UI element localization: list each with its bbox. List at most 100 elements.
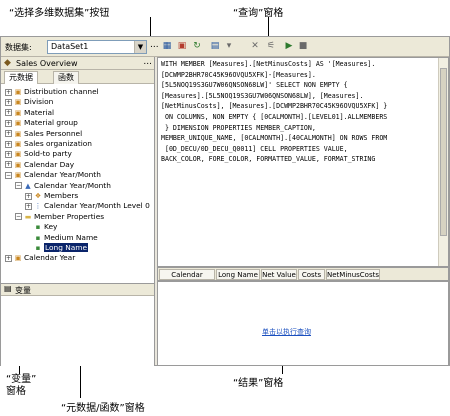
toolbar: 数据集: DataSet1 ▼ ... ▦ ▣ ↻ ▤ ▾ ✕ ⚟ ▶ ■	[1, 37, 449, 57]
filter-icon[interactable]: ▾	[223, 40, 235, 52]
dimension-icon: ▣	[14, 98, 22, 107]
tab-functions[interactable]: 函数	[53, 71, 79, 84]
metadata-tree: + ▣ Distribution channel + ▣ Division + ▣ Materi…	[1, 85, 154, 283]
query-text[interactable]: WITH MEMBER [Measures].[NetMinusCosts] A…	[161, 59, 433, 165]
tree-item-label: Key	[44, 222, 58, 232]
tree-item[interactable]: + ▣ Calendar Day	[5, 160, 74, 170]
tree-item-label: Member Properties	[34, 211, 105, 221]
dataset-browse-button[interactable]: ...	[150, 40, 159, 50]
column-calendar-year-month[interactable]: Calendar Year/...	[159, 269, 215, 289]
dataset-select[interactable]: DataSet1 ▼	[47, 40, 147, 54]
tree-item-label: Sales Personnel	[24, 128, 83, 138]
tree-item[interactable]: ▪ Long Name	[25, 243, 89, 253]
import-icon[interactable]: ▣	[176, 40, 188, 52]
level-icon: ⋮	[34, 202, 42, 211]
tree-item-label: Long Name	[44, 243, 89, 252]
tree-item-label: Calendar Day	[24, 159, 75, 169]
query-designer-window: 数据集: DataSet1 ▼ ... ▦ ▣ ↻ ▤ ▾ ✕ ⚟ ▶ ■ ◆ …	[0, 36, 450, 366]
tree-item[interactable]: − ▣ Calendar Year/Month	[5, 170, 101, 180]
collapse-icon[interactable]: −	[5, 171, 12, 179]
dimension-icon: ▣	[14, 108, 22, 117]
chevron-down-icon[interactable]: ▼	[134, 41, 146, 53]
tree-item[interactable]: + ▣ Division	[5, 97, 53, 107]
design-mode-icon[interactable]: ▤	[209, 40, 221, 52]
expand-icon[interactable]: +	[5, 150, 12, 158]
run-icon[interactable]: ▶	[283, 40, 295, 52]
leader-results-pane	[282, 366, 283, 374]
expand-icon[interactable]: +	[5, 254, 12, 262]
tree-item[interactable]: + ▣ Sold-to party	[5, 149, 72, 159]
cube-selector-bar: ◆ Sales Overview ...	[1, 57, 154, 70]
expand-icon[interactable]: +	[5, 119, 12, 127]
expand-icon[interactable]: +	[25, 202, 32, 210]
tree-item-label: Medium Name	[44, 232, 98, 242]
dimension-icon: ▣	[14, 88, 22, 96]
metadata-pane: ◆ Sales Overview ... 元数据 函数 + ▣ Distributi…	[1, 57, 155, 283]
metadata-tabs: 元数据 函数	[1, 70, 154, 84]
tree-item[interactable]: + ❖ Members	[25, 191, 78, 201]
expand-icon[interactable]: +	[5, 140, 12, 148]
callout-metadata-pane: “元数据/函数”窗格	[61, 403, 145, 414]
collapse-icon[interactable]: −	[15, 182, 22, 190]
tree-item-label: Material	[24, 107, 55, 117]
query-scrollbar[interactable]	[438, 58, 448, 266]
callout-select-dataset: “选择多维数据集”按钮	[9, 8, 110, 19]
tree-item[interactable]: ▪ Medium Name	[25, 233, 98, 243]
callout-results-pane: “结果”窗格	[233, 378, 284, 389]
cube-select-icon[interactable]: ▦	[161, 40, 173, 52]
dimension-icon: ▣	[14, 140, 22, 148]
cube-browse-button[interactable]: ...	[143, 57, 152, 67]
expand-icon[interactable]: +	[5, 130, 12, 138]
column-long-name[interactable]: Long Name	[216, 269, 260, 280]
query-pane[interactable]: WITH MEMBER [Measures].[NetMinusCosts] A…	[157, 57, 449, 267]
run-query-link[interactable]: 单击以执行查询	[262, 327, 311, 337]
tab-metadata[interactable]: 元数据	[4, 71, 38, 84]
auto-execute-icon[interactable]: ⚟	[265, 40, 277, 52]
expand-icon[interactable]: +	[25, 192, 32, 200]
dimension-icon: ▣	[14, 254, 22, 263]
variables-title: 变量	[15, 286, 31, 295]
tree-item[interactable]: + ⋮ Calendar Year/Month Level 0	[25, 201, 150, 211]
result-columns-bar: Calendar Year/... Long Name Net Value Co…	[157, 267, 449, 289]
tree-item[interactable]: + ▣ Material	[5, 108, 54, 118]
column-net-value[interactable]: Net Value	[261, 269, 297, 280]
callout-variables-pane: “变量” 窗格	[6, 374, 37, 397]
tree-item[interactable]: + ▣ Distribution channel	[5, 87, 99, 97]
property-icon: ▪	[35, 223, 41, 232]
tree-item[interactable]: ▪ Key	[25, 222, 58, 232]
delete-icon[interactable]: ✕	[249, 40, 261, 52]
tree-item-label: Material group	[24, 118, 78, 128]
variables-icon: ▤	[4, 284, 12, 293]
tree-item-label: Sales organization	[24, 139, 92, 148]
stop-icon[interactable]: ■	[297, 40, 309, 52]
refresh-icon[interactable]: ↻	[191, 40, 203, 52]
tree-item-label: Sold-to party	[24, 149, 72, 159]
expand-icon[interactable]: +	[5, 98, 12, 106]
expand-icon[interactable]: +	[5, 88, 12, 96]
leader-variables-pane	[19, 366, 20, 374]
dataset-label: 数据集:	[5, 43, 32, 52]
tree-item[interactable]: + ▣ Sales organization	[5, 139, 92, 149]
expand-icon[interactable]: +	[5, 161, 12, 169]
cube-icon: ◆	[4, 58, 11, 68]
variables-header: ▤ 变量	[1, 284, 154, 296]
expand-icon[interactable]: +	[5, 109, 12, 117]
folder-icon: ▬	[24, 212, 32, 221]
tree-item[interactable]: − ▲ Calendar Year/Month	[15, 181, 111, 191]
dimension-icon: ▣	[14, 129, 22, 138]
tree-item[interactable]: − ▬ Member Properties	[15, 212, 104, 222]
tree-item[interactable]: + ▣ Material group	[5, 118, 78, 128]
tree-item-label: Members	[44, 191, 79, 200]
variables-pane: ▤ 变量	[1, 283, 155, 366]
column-costs[interactable]: Costs	[298, 269, 325, 280]
cube-name: Sales Overview	[16, 59, 78, 68]
tree-item-label: Calendar Year/Month Level 0	[44, 201, 150, 211]
query-scrollbar-thumb[interactable]	[440, 68, 447, 236]
collapse-icon[interactable]: −	[15, 213, 22, 221]
column-net-minus-costs[interactable]: NetMinusCosts	[326, 269, 380, 280]
dataset-value: DataSet1	[51, 42, 89, 51]
dimension-icon: ▣	[14, 119, 22, 128]
tree-item[interactable]: + ▣ Sales Personnel	[5, 129, 82, 139]
property-icon: ▪	[35, 244, 41, 252]
tree-item[interactable]: + ▣ Calendar Year	[5, 253, 75, 263]
